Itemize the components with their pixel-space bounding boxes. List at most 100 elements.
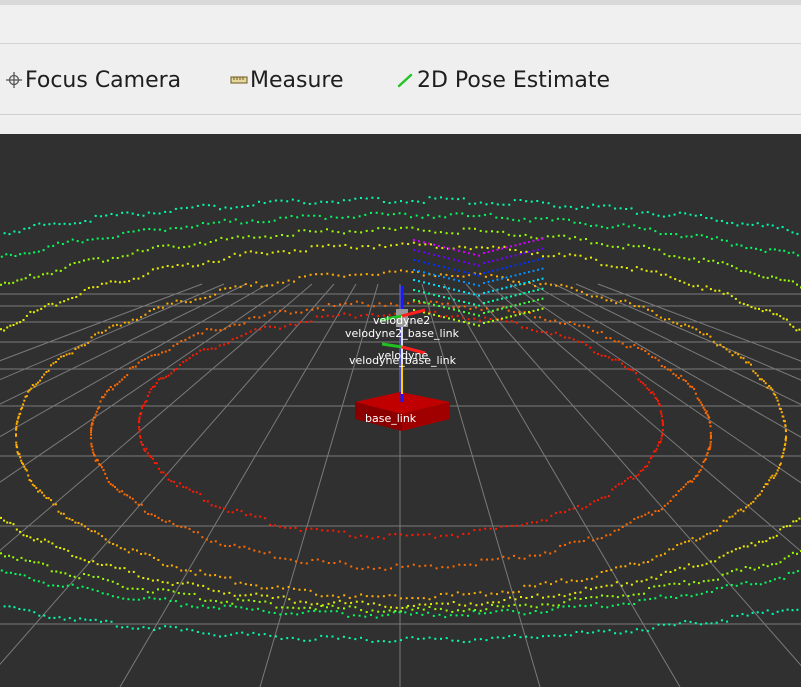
cloud-point xyxy=(705,285,708,288)
cloud-point xyxy=(467,614,469,617)
cloud-point xyxy=(8,605,11,608)
cloud-point xyxy=(143,448,145,451)
cloud-point xyxy=(772,536,775,539)
cloud-point xyxy=(71,519,74,521)
cloud-point xyxy=(87,528,90,531)
cloud-point xyxy=(247,599,250,602)
cloud-point xyxy=(633,603,636,605)
cloud-point xyxy=(658,248,661,251)
cloud-point xyxy=(730,584,733,586)
cloud-point xyxy=(46,564,49,567)
cloud-point xyxy=(151,246,154,249)
cloud-point xyxy=(601,243,603,246)
cloud-point xyxy=(792,325,795,328)
cloud-point xyxy=(510,295,512,298)
cloud-point xyxy=(165,375,167,378)
cloud-point xyxy=(9,571,12,574)
cloud-point xyxy=(45,371,48,373)
cloud-point xyxy=(574,591,577,594)
cloud-point xyxy=(203,348,205,351)
cloud-point xyxy=(456,535,459,538)
cloud-point xyxy=(71,554,74,557)
cloud-point xyxy=(484,275,487,278)
cloud-point xyxy=(605,264,608,267)
cloud-point xyxy=(428,252,430,255)
cloud-point xyxy=(785,525,788,528)
cloud-point xyxy=(468,322,470,325)
cloud-point xyxy=(147,272,150,275)
cloud-point xyxy=(121,626,124,629)
cloud-point xyxy=(119,324,122,327)
cloud-point xyxy=(545,217,548,219)
cloud-point xyxy=(766,609,769,612)
cloud-point xyxy=(292,234,295,237)
cloud-point xyxy=(710,591,713,593)
cloud-point xyxy=(180,569,183,572)
cloud-point xyxy=(669,369,672,372)
cloud-point xyxy=(143,597,145,600)
cloud-point xyxy=(15,441,18,444)
cloud-point xyxy=(478,314,480,317)
cloud-point xyxy=(210,328,213,331)
cloud-point xyxy=(540,519,543,522)
cloud-point xyxy=(784,425,787,428)
cloud-point xyxy=(100,282,103,285)
cloud-point xyxy=(59,547,62,549)
cloud-point xyxy=(544,551,547,554)
cloud-point xyxy=(608,204,611,207)
cloud-point xyxy=(145,447,148,450)
cloud-point xyxy=(15,322,18,325)
cloud-point xyxy=(52,362,55,365)
cloud-point xyxy=(646,211,649,214)
cloud-point xyxy=(134,501,137,504)
cloud-point xyxy=(102,396,105,399)
cloud-point xyxy=(126,625,129,628)
cloud-point xyxy=(622,247,625,250)
cloud-point xyxy=(659,316,662,319)
cloud-point xyxy=(705,562,708,565)
cloud-point xyxy=(343,594,346,597)
cloud-point xyxy=(331,273,334,276)
3d-viewport[interactable]: velodyne2 velodyne2_base_link velodyne v… xyxy=(0,134,801,687)
cloud-point xyxy=(630,631,633,634)
cloud-point xyxy=(47,497,50,500)
cloud-point xyxy=(600,225,603,228)
cloud-point xyxy=(176,264,179,266)
cloud-point xyxy=(553,205,556,208)
cloud-point xyxy=(365,273,368,276)
cloud-point xyxy=(63,618,66,621)
cloud-point xyxy=(354,606,357,609)
measure-tool[interactable]: Measure xyxy=(230,65,344,95)
cloud-point xyxy=(438,315,440,317)
cloud-point xyxy=(756,494,759,497)
cloud-point xyxy=(699,331,701,334)
cloud-point xyxy=(782,415,785,418)
cloud-point xyxy=(673,624,676,627)
cloud-point xyxy=(214,347,217,350)
cloud-point xyxy=(47,584,50,587)
cloud-point xyxy=(596,331,599,334)
cloud-point xyxy=(764,483,767,486)
cloud-point xyxy=(616,596,619,599)
cloud-point xyxy=(643,592,645,595)
cloud-point xyxy=(573,323,576,326)
cloud-point xyxy=(613,340,616,343)
cloud-point xyxy=(365,611,368,613)
cloud-point xyxy=(207,204,210,207)
cloud-point xyxy=(337,201,340,204)
cloud-point xyxy=(25,535,28,538)
cloud-point xyxy=(520,596,522,598)
cloud-point xyxy=(375,211,378,214)
cloud-point xyxy=(229,604,232,607)
scene-canvas[interactable]: velodyne2 velodyne2_base_link velodyne v… xyxy=(0,134,801,687)
cloud-point xyxy=(565,581,568,584)
cloud-point xyxy=(715,236,718,239)
cloud-point xyxy=(79,222,82,225)
focus-camera-tool[interactable]: Focus Camera xyxy=(5,65,181,95)
cloud-point xyxy=(654,230,657,233)
cloud-point xyxy=(501,267,503,270)
cloud-point xyxy=(643,244,645,247)
pose-estimate-tool[interactable]: 2D Pose Estimate xyxy=(397,65,610,95)
cloud-point xyxy=(92,419,95,422)
cloud-point xyxy=(189,570,192,572)
